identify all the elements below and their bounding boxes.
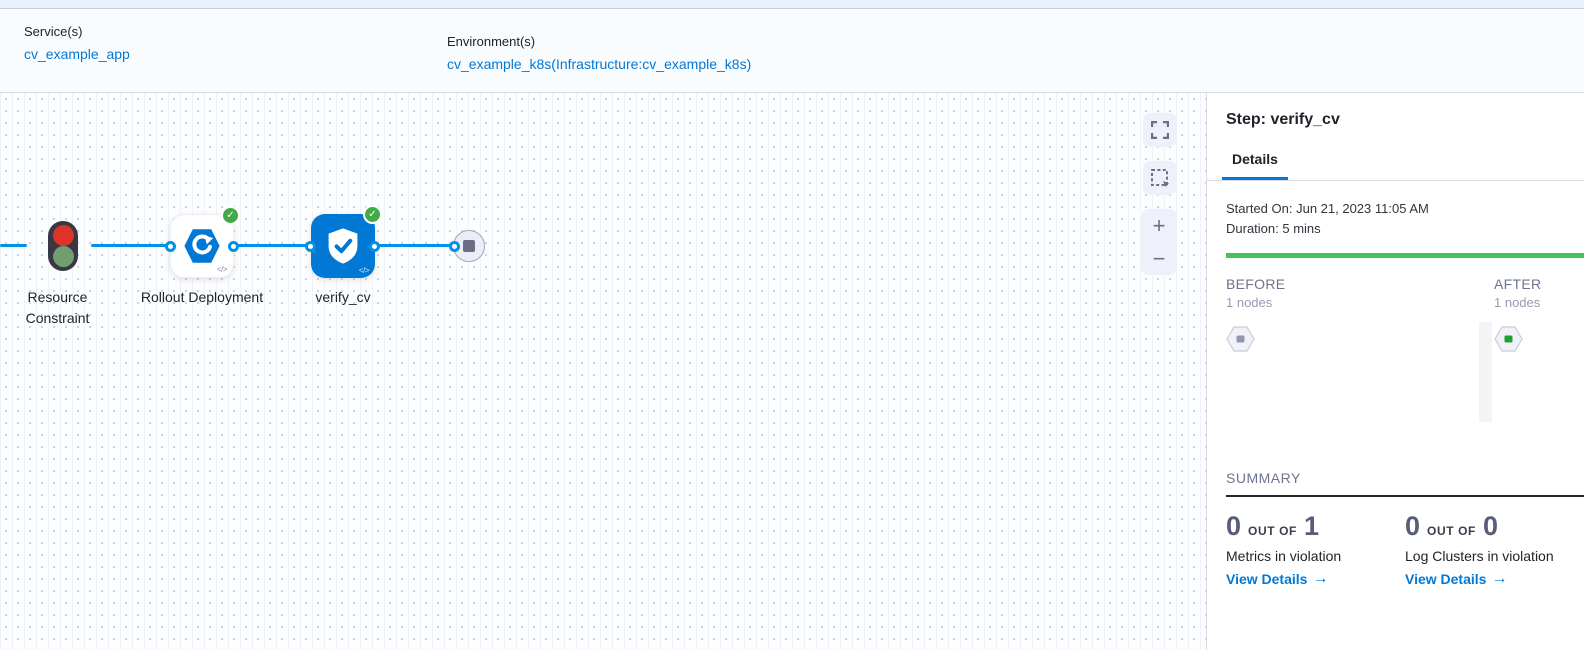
logs-out-of-label: OUT OF	[1427, 524, 1476, 538]
after-column: AFTER 1 nodes	[1494, 276, 1541, 357]
metrics-violation-caption: Metrics in violation	[1226, 548, 1405, 564]
before-node-count: 1 nodes	[1226, 295, 1285, 310]
log-clusters-violation-stat: 0 OUT OF 0 Log Clusters in violation Vie…	[1405, 513, 1584, 587]
verification-progress-bar	[1226, 253, 1584, 258]
environment-link[interactable]: cv_example_k8s(Infrastructure:cv_example…	[447, 53, 751, 75]
fullscreen-button[interactable]	[1143, 113, 1177, 147]
port-rollout-in[interactable]	[165, 241, 176, 252]
arrow-right-icon: →	[1491, 571, 1507, 587]
marquee-select-icon	[1150, 168, 1170, 188]
step-panel-title: Step: verify_cv	[1226, 111, 1584, 129]
pipeline-canvas[interactable]: Resource Constraint ✓ </> Rollout Deploy…	[0, 93, 1206, 650]
port-verify-in[interactable]	[305, 241, 316, 252]
service-link[interactable]: cv_example_app	[24, 43, 130, 65]
metrics-violation-value: 0	[1226, 513, 1241, 540]
metrics-violation-stat: 0 OUT OF 1 Metrics in violation View Det…	[1226, 513, 1405, 587]
logs-total-value: 0	[1483, 513, 1498, 540]
zoom-controls: + −	[1141, 209, 1177, 275]
execution-header: Service(s) cv_example_app Environment(s)…	[0, 9, 1584, 93]
before-after-comparison: BEFORE 1 nodes AFTER 1 nodes	[1226, 276, 1584, 468]
logs-violation-caption: Log Clusters in violation	[1405, 548, 1584, 564]
services-label: Service(s)	[24, 23, 130, 41]
traffic-light-green-icon	[53, 246, 74, 267]
after-label: AFTER	[1494, 276, 1541, 292]
fullscreen-icon	[1151, 121, 1169, 139]
zoom-out-button[interactable]: −	[1153, 248, 1166, 270]
tab-details[interactable]: Details	[1222, 151, 1288, 180]
code-icon: </>	[217, 265, 227, 274]
started-on-text: Started On: Jun 21, 2023 11:05 AM	[1226, 199, 1584, 219]
shield-check-icon	[323, 226, 363, 266]
success-badge-icon: ✓	[221, 206, 240, 225]
metrics-total-value: 1	[1304, 513, 1319, 540]
violation-stats: 0 OUT OF 1 Metrics in violation View Det…	[1226, 513, 1584, 587]
edge-rollout-to-verify	[234, 244, 311, 247]
duration-text: Duration: 5 mins	[1226, 219, 1584, 239]
before-column: BEFORE 1 nodes	[1226, 276, 1285, 357]
edge-constraint-to-rollout	[91, 244, 170, 247]
metrics-view-details-link[interactable]: View Details →	[1226, 571, 1405, 587]
before-after-divider[interactable]	[1479, 322, 1492, 422]
environments-label: Environment(s)	[447, 33, 751, 51]
node-label-rollout-deployment: Rollout Deployment	[137, 287, 267, 308]
node-label-resource-constraint: Resource Constraint	[0, 287, 115, 329]
summary-divider	[1226, 495, 1584, 497]
zoom-in-button[interactable]: +	[1153, 215, 1166, 237]
main-area: Resource Constraint ✓ </> Rollout Deploy…	[0, 93, 1584, 650]
services-block: Service(s) cv_example_app	[24, 23, 130, 65]
summary-label: SUMMARY	[1226, 470, 1584, 486]
step-details-panel: Step: verify_cv Details Started On: Jun …	[1206, 93, 1584, 650]
panel-body: Started On: Jun 21, 2023 11:05 AM Durati…	[1207, 199, 1584, 239]
after-node-count: 1 nodes	[1494, 295, 1541, 310]
stop-icon	[463, 240, 475, 252]
environments-block: Environment(s) cv_example_k8s(Infrastruc…	[447, 33, 751, 75]
edge-verify-to-end	[375, 244, 455, 247]
success-badge-icon: ✓	[363, 205, 382, 224]
node-label-verify-cv: verify_cv	[278, 287, 408, 308]
logs-view-details-link[interactable]: View Details →	[1405, 571, 1584, 587]
browser-top-strip	[0, 0, 1584, 9]
port-end-in[interactable]	[449, 241, 460, 252]
after-node-hexagon-icon[interactable]	[1494, 326, 1541, 357]
before-label: BEFORE	[1226, 276, 1285, 292]
marquee-select-button[interactable]	[1143, 161, 1177, 195]
edge-incoming	[0, 244, 27, 247]
port-rollout-out[interactable]	[228, 241, 239, 252]
rollout-deployment-node[interactable]: ✓ </>	[170, 214, 234, 278]
arrow-right-icon: →	[1312, 571, 1328, 587]
logs-violation-value: 0	[1405, 513, 1420, 540]
verify-cv-node[interactable]: ✓ </>	[311, 214, 375, 278]
traffic-light-red-icon	[53, 225, 74, 246]
port-verify-out[interactable]	[369, 241, 380, 252]
before-node-hexagon-icon[interactable]	[1226, 326, 1285, 357]
resource-constraint-node[interactable]	[48, 221, 78, 271]
code-icon: </>	[359, 266, 369, 275]
k8s-rollout-icon	[182, 226, 222, 266]
metrics-out-of-label: OUT OF	[1248, 524, 1297, 538]
panel-tab-bar: Details	[1207, 151, 1584, 181]
